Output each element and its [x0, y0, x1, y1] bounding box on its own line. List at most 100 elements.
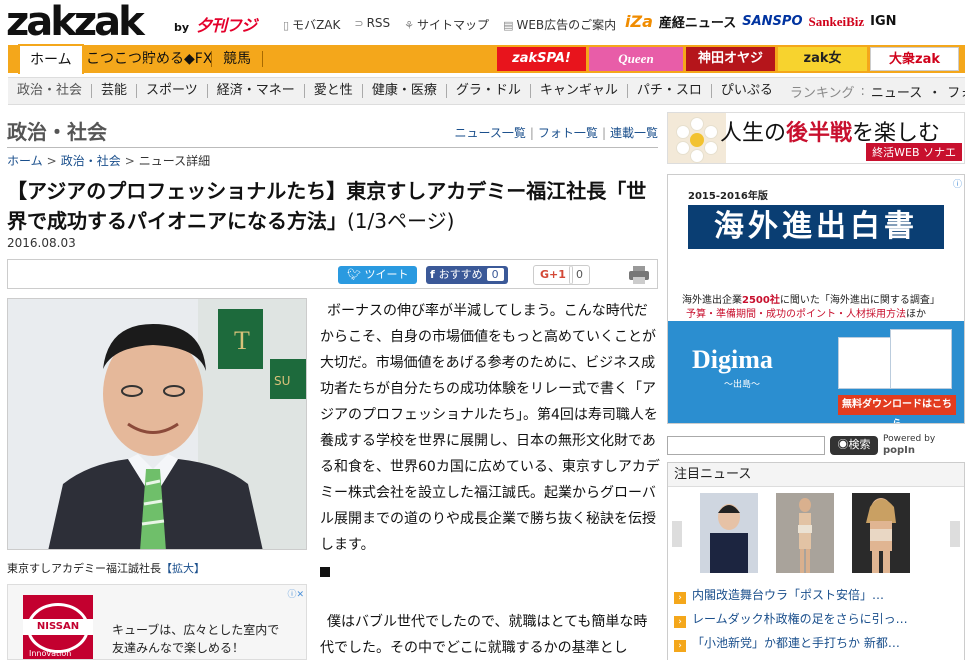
site-logo[interactable]: zakzak by 夕刊フジ: [6, 2, 257, 42]
nissan-ad[interactable]: NISSAN Innovation キューブは、広々とした室内で 友達みんなで楽し…: [7, 584, 307, 660]
digima-year: 2015-2016年版: [688, 191, 768, 202]
category-politics[interactable]: 政治・社会: [8, 84, 93, 98]
banner-zakjo[interactable]: zak女: [778, 47, 867, 71]
category-love[interactable]: 愛と性: [305, 84, 363, 98]
tweet-button[interactable]: 🐦︎ ツイート: [338, 266, 418, 284]
nissan-brand: NISSAN: [23, 619, 93, 635]
news-list-link[interactable]: ニュース一覧: [454, 126, 525, 140]
category-people[interactable]: ぴいぷる: [712, 84, 782, 98]
digima-line2: 予算・準備期間・成功のポイント・人材採用方法ほか: [686, 309, 926, 320]
digima-brand-sub: 〜出島〜: [724, 380, 761, 390]
breadcrumb-current: ニュース詳細: [138, 154, 211, 168]
news-thumb[interactable]: [852, 493, 910, 573]
logo-partner: 夕刊フジ: [196, 16, 257, 35]
category-gravure[interactable]: グラ・ドル: [447, 84, 531, 98]
section-divider: [7, 147, 658, 148]
ranking-photo-link[interactable]: フォト: [947, 82, 965, 101]
category-pachislot[interactable]: パチ・スロ: [628, 84, 712, 98]
sitemap-icon: ⚘: [404, 19, 415, 32]
twitter-icon: 🐦︎: [347, 268, 365, 281]
facebook-like-button[interactable]: f おすすめ 0: [426, 266, 508, 284]
sonae-ad[interactable]: 人生の後半戦を楽しむ 終活WEB ソナエ: [667, 112, 965, 164]
adchoices-icon[interactable]: ⓘ: [953, 177, 962, 190]
next-arrow-icon[interactable]: [950, 521, 960, 547]
banner-kanda-oyaji[interactable]: 神田オヤジ: [686, 47, 775, 71]
partner-sankeibiz[interactable]: SankeiBiz: [809, 14, 865, 30]
print-icon[interactable]: [628, 266, 650, 284]
nissan-ad-text: キューブは、広々とした室内で 友達みんなで楽しめる！: [112, 623, 280, 655]
nissan-sub: Innovation: [29, 649, 72, 658]
category-campaign-girl[interactable]: キャンギャル: [531, 84, 628, 98]
header-links: ▯ モバZAK ⊃ RSS ⚘ サイトマップ ▤ WEB広告のご案内: [283, 16, 616, 33]
article-date: 2016.08.03: [7, 236, 76, 250]
news-list: › 内閣改造舞台ウラ「ポスト安倍」… › レームダック朴政権の足をさらに引っ… › 「…: [674, 583, 964, 655]
section-links: ニュース一覧 | フォト一覧 | 連載一覧: [454, 126, 658, 140]
news-thumb[interactable]: [776, 493, 834, 573]
nissan-logo: NISSAN Innovation: [23, 595, 93, 659]
breadcrumb-politics[interactable]: 政治・社会: [61, 154, 121, 168]
partner-iza[interactable]: iZa: [625, 12, 653, 31]
list-item[interactable]: › 「小池新党」か都連と手打ちか 新都…: [674, 631, 964, 655]
page-info: (1/3ページ): [347, 209, 455, 233]
facebook-count: 0: [486, 268, 504, 281]
digima-line1: 海外進出企業2500社に聞いた「海外進出に関する調査」: [682, 295, 940, 306]
doc-icon: ▤: [503, 19, 514, 32]
search-icon: ◉: [837, 439, 849, 451]
photo-list-link[interactable]: フォト一覧: [538, 126, 598, 140]
report-icon: [838, 337, 898, 389]
gplus-count: 0: [569, 265, 590, 285]
article-body: ボーナスの伸び率が半減してしまう。こんな時代だからこそ、自身の市場価値をもっと高…: [320, 298, 660, 558]
digima-brand: Digima: [692, 345, 773, 374]
tab-divider: [262, 51, 263, 67]
article-photo[interactable]: T SU: [7, 298, 307, 550]
banner-queen[interactable]: Queen: [589, 47, 683, 71]
partner-logos: iZa 産経ニュース SANSPO SankeiBiz IGN: [625, 12, 897, 31]
ranking-news-link[interactable]: ニュース: [871, 82, 922, 101]
tab-fx[interactable]: こつこつ貯める◆FX: [76, 45, 222, 73]
photo-zoom-link[interactable]: 【拡大】: [161, 562, 205, 575]
partner-ign[interactable]: IGN: [870, 14, 896, 29]
photo-caption: 東京すしアカデミー福江誠社長【拡大】: [7, 562, 205, 575]
partner-sanspo[interactable]: SANSPO: [742, 14, 802, 29]
list-item[interactable]: › 内閣改造舞台ウラ「ポスト安倍」…: [674, 583, 964, 607]
svg-text:T: T: [234, 326, 250, 355]
adchoices-icon[interactable]: ⓘ✕: [287, 587, 304, 600]
banner-zakspa[interactable]: zakSPA!: [497, 47, 586, 71]
link-sitemap[interactable]: ⚘ サイトマップ: [404, 16, 489, 33]
partner-sankei-news[interactable]: 産経ニュース: [659, 12, 736, 31]
category-health[interactable]: 健康・医療: [363, 84, 447, 98]
phone-icon: ▯: [283, 19, 290, 32]
category-nav: 政治・社会 芸能 スポーツ 経済・マネー 愛と性 健康・医療 グラ・ドル キャン…: [8, 77, 965, 105]
tab-divider: [211, 51, 212, 67]
digima-ad[interactable]: 2015-2016年版 海外進出白書 海外進出企業2500社に聞いた「海外進出に…: [667, 174, 965, 424]
digima-banner: Digima 〜出島〜 無料ダウンロードはこちら: [668, 321, 964, 423]
category-entertainment[interactable]: 芸能: [92, 84, 138, 98]
news-thumb[interactable]: [700, 493, 758, 573]
link-mobazak[interactable]: ▯ モバZAK: [283, 16, 340, 33]
category-sports[interactable]: スポーツ: [137, 84, 208, 98]
ranking-label: ランキング: [789, 85, 855, 101]
tab-home[interactable]: ホーム: [18, 44, 84, 74]
tab-keiba[interactable]: 競馬: [213, 45, 261, 73]
search-input[interactable]: [667, 436, 825, 455]
link-ad-info[interactable]: ▤ WEB広告のご案内: [503, 16, 616, 33]
featured-news: 注目ニュース › 内閣改造舞台ウラ「ポスト安倍」… › レームダック朴政権の足をさら…: [667, 462, 965, 660]
digima-download-button[interactable]: 無料ダウンロードはこちら: [838, 395, 956, 423]
search-button[interactable]: ◉検索: [830, 436, 878, 455]
partner-banners: zakSPA! Queen 神田オヤジ zak女 大衆zak: [497, 47, 959, 71]
share-bar: 🐦︎ ツイート f おすすめ 0 G+1 0: [7, 259, 658, 289]
article-title: 【アジアのプロフェッショナルたち】東京すしアカデミー福江社長「世界で成功するパイ…: [7, 179, 647, 233]
prev-arrow-icon[interactable]: [672, 521, 682, 547]
logo-by: by: [174, 21, 190, 34]
category-economy[interactable]: 経済・マネー: [208, 84, 305, 98]
series-list-link[interactable]: 連載一覧: [610, 126, 658, 140]
chevron-right-icon: ›: [674, 640, 686, 652]
gplus-button[interactable]: G+1: [533, 265, 573, 285]
list-item[interactable]: › レームダック朴政権の足をさらに引っ…: [674, 607, 964, 631]
rss-icon: ⊃: [354, 17, 364, 30]
link-rss[interactable]: ⊃ RSS: [354, 16, 390, 33]
chevron-right-icon: ›: [674, 616, 686, 628]
breadcrumb-home[interactable]: ホーム: [7, 154, 43, 168]
chevron-right-icon: ›: [674, 592, 686, 604]
banner-taishu-zak[interactable]: 大衆zak: [870, 47, 959, 71]
